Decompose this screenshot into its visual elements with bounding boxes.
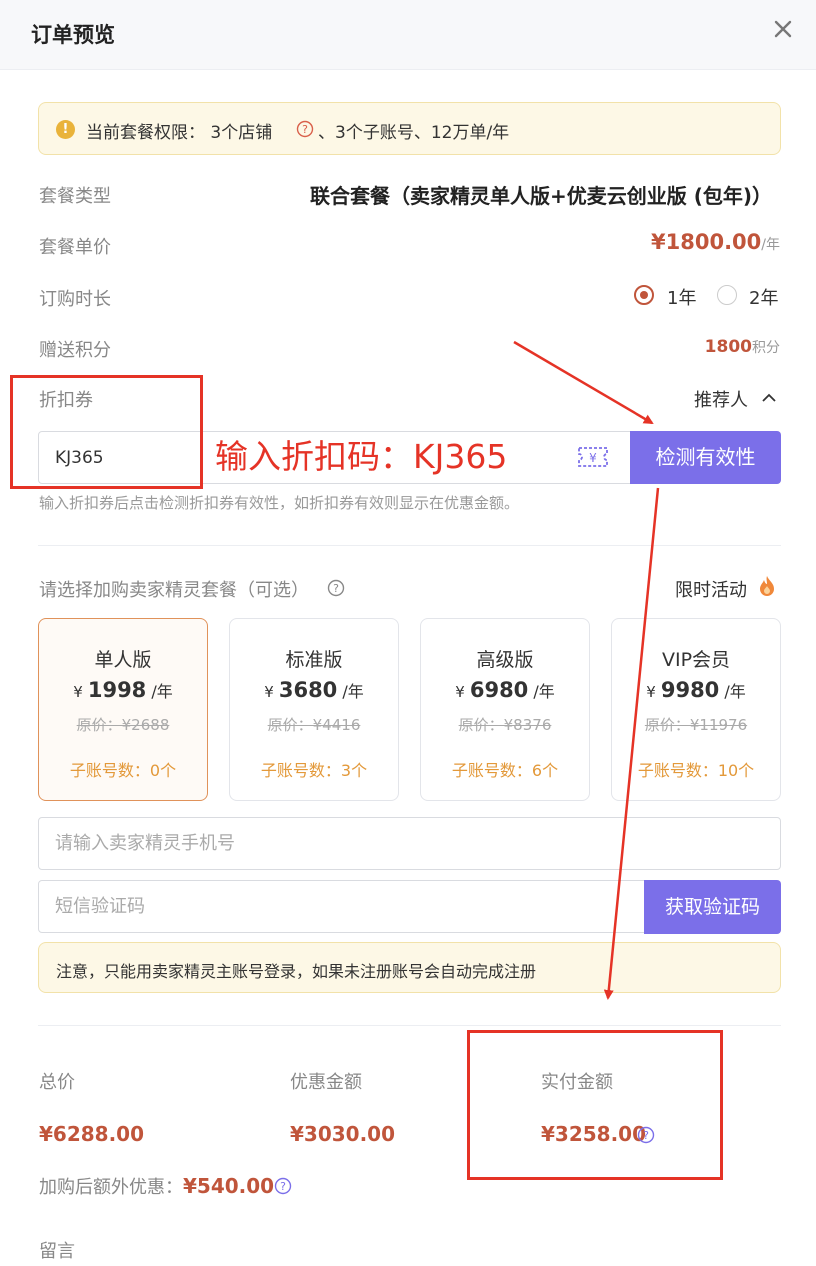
question-icon[interactable]: ? [274, 1177, 292, 1195]
dialog-title: 订单预览 [31, 23, 115, 47]
divider [38, 545, 781, 546]
divider [38, 1025, 781, 1026]
chevron-up-icon[interactable] [761, 390, 777, 406]
duration-2y-radio[interactable] [717, 285, 737, 305]
svg-text:?: ? [280, 1180, 286, 1193]
plan-price-amount: 9980 [660, 678, 720, 702]
question-icon[interactable]: ? [327, 579, 345, 597]
duration-1y-radio[interactable] [634, 285, 654, 305]
currency-symbol: ¥ [455, 683, 465, 701]
plan-price-unit: /年 [533, 682, 555, 701]
points-label: 赠送积分 [39, 340, 111, 361]
plan-price-unit: /年 [724, 682, 746, 701]
permission-text-rest: 、3个子账号、12万单/年 [318, 123, 510, 143]
get-code-button[interactable]: 获取验证码 [644, 880, 781, 934]
total-value: ¥6288.00 [39, 1122, 145, 1146]
plan-subaccounts: 子账号数：0个 [69, 761, 177, 780]
plan-original-price: 原价：¥11976 [644, 716, 748, 734]
duration-2y-label[interactable]: 2年 [749, 284, 778, 310]
package-type-label: 套餐类型 [39, 186, 111, 207]
currency-symbol: ¥ [264, 683, 274, 701]
check-validity-button[interactable]: 检测有效性 [630, 431, 781, 484]
limited-offer-label: 限时活动 [675, 580, 747, 601]
dialog-header: 订单预览 [0, 0, 816, 70]
points-value: 1800积分 [705, 337, 780, 357]
plan-price: ¥ 6980 /年 [421, 678, 589, 702]
plan-name: 单人版 [94, 649, 152, 671]
plan-subaccounts: 子账号数：3个 [260, 761, 368, 780]
plan-card-vip[interactable]: VIP会员 ¥ 9980 /年 原价：¥11976 子账号数：10个 [611, 618, 781, 801]
plan-card-single[interactable]: 单人版 ¥ 1998 /年 原价：¥2688 子账号数：0个 [38, 618, 208, 801]
annotation-box-coupon [10, 375, 203, 489]
plan-price-unit: /年 [151, 682, 173, 701]
ticket-icon: ¥ [578, 447, 608, 467]
currency-symbol: ¥ [646, 683, 656, 701]
package-type-value: 联合套餐（卖家精灵单人版+优麦云创业版 (包年)） [309, 184, 772, 208]
unit-price-label: 套餐单价 [39, 237, 111, 258]
message-label: 留言 [39, 1241, 75, 1262]
points-unit: 积分 [752, 340, 780, 356]
svg-text:?: ? [333, 582, 339, 595]
plan-subaccounts: 子账号数：6个 [451, 761, 559, 780]
svg-text:¥: ¥ [589, 451, 597, 465]
plan-original-price: 原价：¥4416 [267, 716, 361, 734]
plan-price-amount: 1998 [87, 678, 147, 702]
plan-price-unit: /年 [342, 682, 364, 701]
extra-discount: 加购后额外优惠：¥540.00 [39, 1173, 274, 1199]
plan-original-price: 原价：¥8376 [458, 716, 552, 734]
referrer-toggle[interactable]: 推荐人 [694, 386, 748, 412]
unit-price-unit: /年 [761, 237, 780, 253]
annotation-text: 输入折扣码：KJ365 [215, 437, 508, 476]
plan-card-advanced[interactable]: 高级版 ¥ 6980 /年 原价：¥8376 子账号数：6个 [420, 618, 590, 801]
svg-text:?: ? [302, 123, 308, 136]
sms-code-input[interactable] [38, 880, 648, 933]
plan-price: ¥ 3680 /年 [230, 678, 398, 702]
permission-text: 当前套餐权限： 3个店铺 [86, 123, 273, 143]
unit-price-amount: ¥1800.00 [651, 230, 762, 254]
duration-label: 订购时长 [39, 289, 111, 310]
plan-subaccounts: 子账号数：10个 [637, 761, 755, 780]
flame-icon [760, 576, 774, 596]
question-icon[interactable]: ? [296, 120, 314, 138]
plan-card-standard[interactable]: 标准版 ¥ 3680 /年 原价：¥4416 子账号数：3个 [229, 618, 399, 801]
annotation-box-paid [467, 1030, 723, 1180]
total-label: 总价 [39, 1072, 75, 1093]
permission-notice: ! 当前套餐权限： 3个店铺 ? 、3个子账号、12万单/年 [38, 102, 781, 155]
plan-original-price: 原价：¥2688 [76, 716, 170, 734]
warning-icon: ! [56, 120, 75, 139]
close-icon[interactable] [772, 18, 794, 40]
account-notice-text: 注意，只能用卖家精灵主账号登录，如果未注册账号会自动完成注册 [56, 962, 537, 981]
plan-price-amount: 6980 [469, 678, 529, 702]
extra-discount-label: 加购后额外优惠： [39, 1177, 183, 1198]
plan-price: ¥ 1998 /年 [39, 678, 207, 702]
account-notice: 注意，只能用卖家精灵主账号登录，如果未注册账号会自动完成注册 [38, 942, 781, 993]
phone-input[interactable] [38, 817, 781, 870]
duration-1y-label[interactable]: 1年 [667, 284, 696, 310]
plan-name: VIP会员 [661, 649, 731, 671]
extra-discount-value: ¥540.00 [183, 1174, 275, 1198]
currency-symbol: ¥ [73, 683, 83, 701]
plan-name: 标准版 [285, 649, 343, 671]
plan-price: ¥ 9980 /年 [612, 678, 780, 702]
discount-label: 优惠金额 [290, 1072, 362, 1093]
unit-price-value: ¥1800.00/年 [651, 230, 780, 254]
plan-price-amount: 3680 [278, 678, 338, 702]
plan-name: 高级版 [476, 649, 534, 671]
addon-title: 请选择加购卖家精灵套餐（可选） [39, 580, 309, 601]
points-amount: 1800 [704, 337, 752, 357]
coupon-hint: 输入折扣券后点击检测折扣券有效性，如折扣券有效则显示在优惠金额。 [39, 494, 520, 512]
discount-value: ¥3030.00 [290, 1122, 396, 1146]
